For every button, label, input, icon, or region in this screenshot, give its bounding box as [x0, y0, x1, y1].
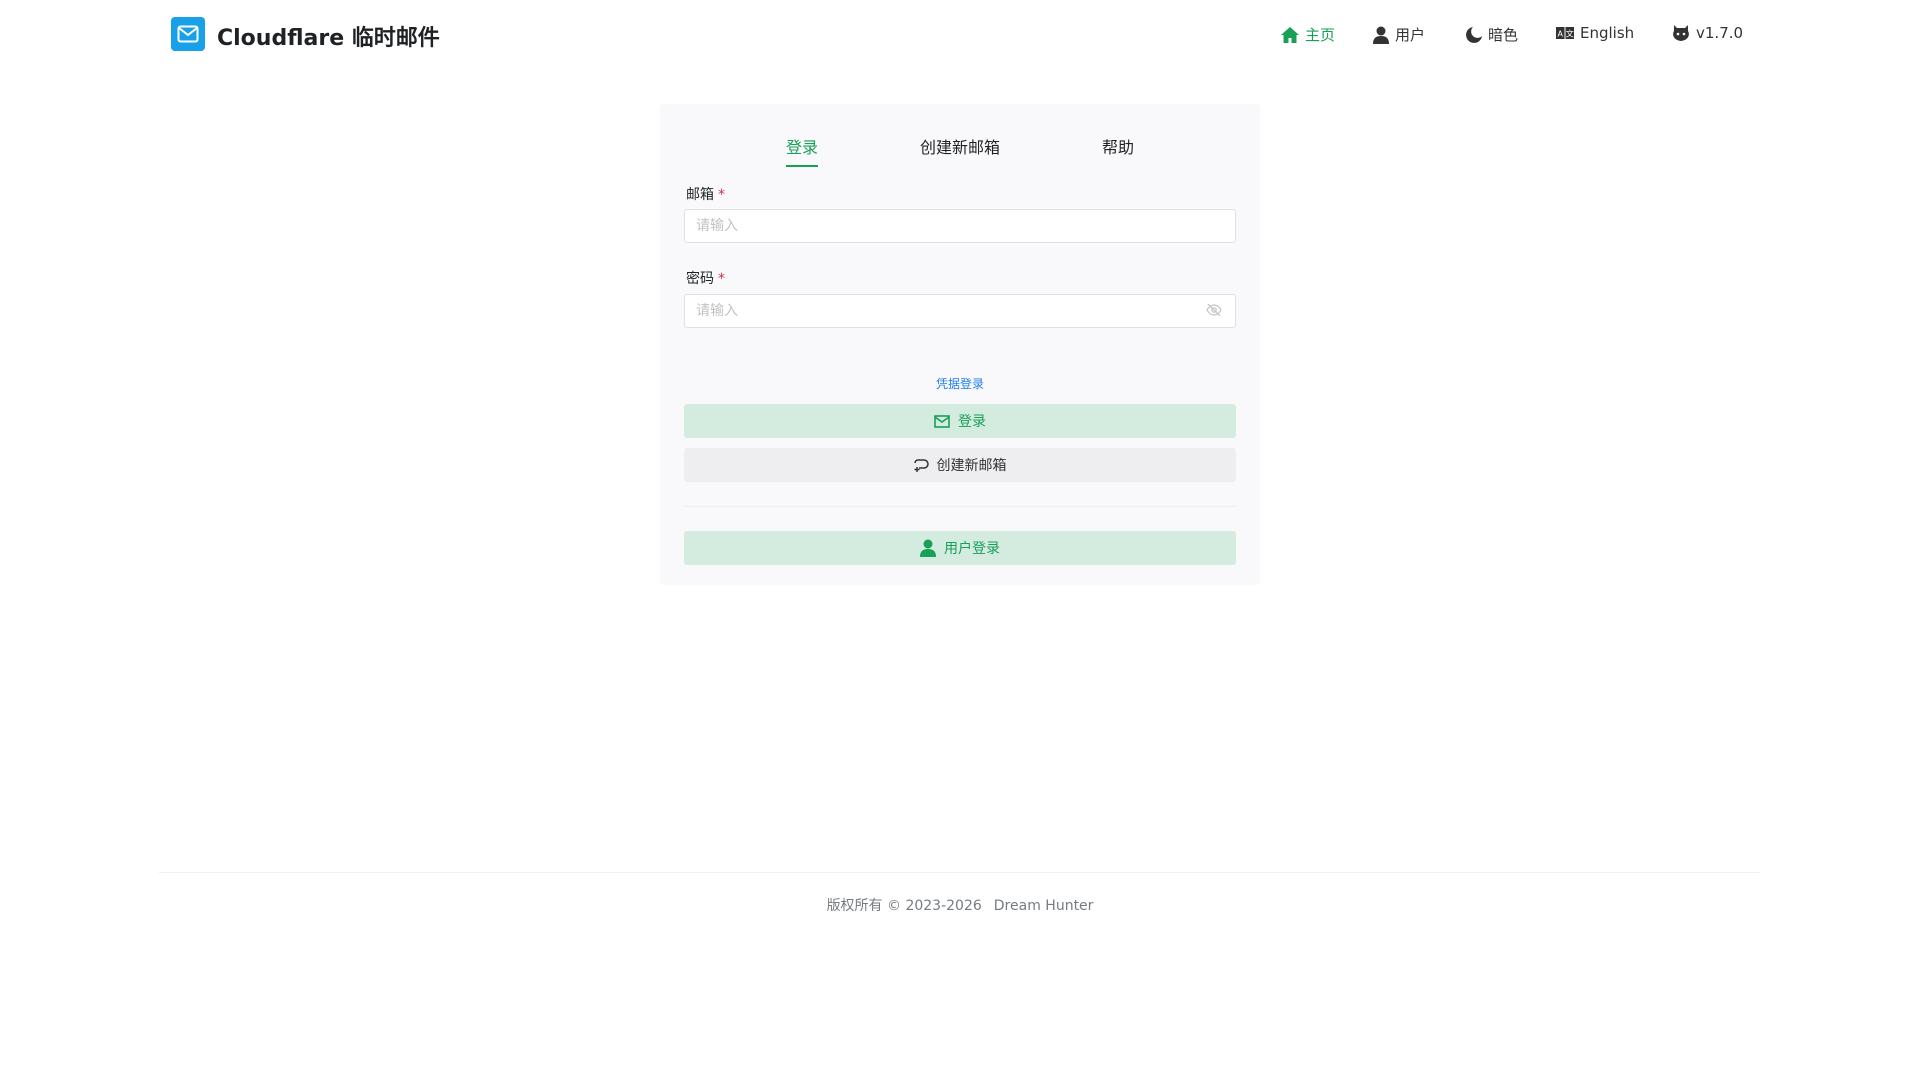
- svg-text:A: A: [1557, 30, 1563, 39]
- nav-dark-label: 暗色: [1488, 26, 1519, 44]
- translate-icon: A文: [1556, 27, 1574, 39]
- tab-create-mailbox[interactable]: 创建新邮箱: [920, 134, 1000, 158]
- user-login-button[interactable]: 用户登录: [684, 531, 1236, 565]
- create-mailbox-label: 创建新邮箱: [936, 457, 1007, 473]
- nav-dark-mode[interactable]: 暗色: [1466, 24, 1518, 45]
- email-label: 邮箱 *: [686, 187, 725, 203]
- footer-divider: [159, 872, 1760, 873]
- mail-icon: [934, 414, 950, 428]
- password-input[interactable]: [684, 294, 1236, 328]
- svg-text:文: 文: [1566, 29, 1574, 39]
- nav-github-version[interactable]: v1.7.0: [1672, 24, 1743, 42]
- nav-home[interactable]: 主页: [1281, 24, 1335, 45]
- divider: [684, 506, 1236, 507]
- logo-mail-icon[interactable]: [171, 17, 205, 51]
- nav-user[interactable]: 用户: [1373, 24, 1425, 45]
- password-label: 密码 *: [686, 271, 725, 287]
- nav-language-label: English: [1580, 24, 1635, 42]
- login-card: [660, 104, 1260, 585]
- header: Cloudflare 临时邮件 主页 用户 暗色 A文 English v1.7…: [0, 0, 1920, 70]
- moon-icon: [1466, 26, 1482, 43]
- copyright-text: 版权所有 © 2023-2026: [826, 898, 982, 914]
- active-tab-indicator: [786, 165, 818, 167]
- login-button-label: 登录: [958, 413, 986, 429]
- footer: 版权所有 © 2023-2026 Dream Hunter: [0, 895, 1920, 915]
- home-icon: [1281, 26, 1299, 43]
- tab-login[interactable]: 登录: [786, 134, 818, 158]
- email-input[interactable]: [684, 209, 1236, 243]
- login-button[interactable]: 登录: [684, 404, 1236, 438]
- user-icon: [1373, 26, 1389, 44]
- nav-home-label: 主页: [1305, 26, 1336, 44]
- create-refresh-icon: [913, 459, 929, 472]
- user-icon: [920, 539, 936, 557]
- create-mailbox-button[interactable]: 创建新邮箱: [684, 448, 1236, 482]
- credential-login-link[interactable]: 凭据登录: [936, 375, 984, 392]
- author-text: Dream Hunter: [993, 898, 1094, 914]
- nav-language[interactable]: A文 English: [1556, 24, 1634, 42]
- tab-help[interactable]: 帮助: [1102, 134, 1134, 158]
- app-title[interactable]: Cloudflare 临时邮件: [217, 20, 440, 52]
- eye-off-icon[interactable]: [1206, 303, 1222, 317]
- github-icon: [1673, 25, 1689, 41]
- nav-version-label: v1.7.0: [1696, 24, 1744, 42]
- nav-user-label: 用户: [1395, 26, 1426, 44]
- user-login-label: 用户登录: [944, 540, 1000, 556]
